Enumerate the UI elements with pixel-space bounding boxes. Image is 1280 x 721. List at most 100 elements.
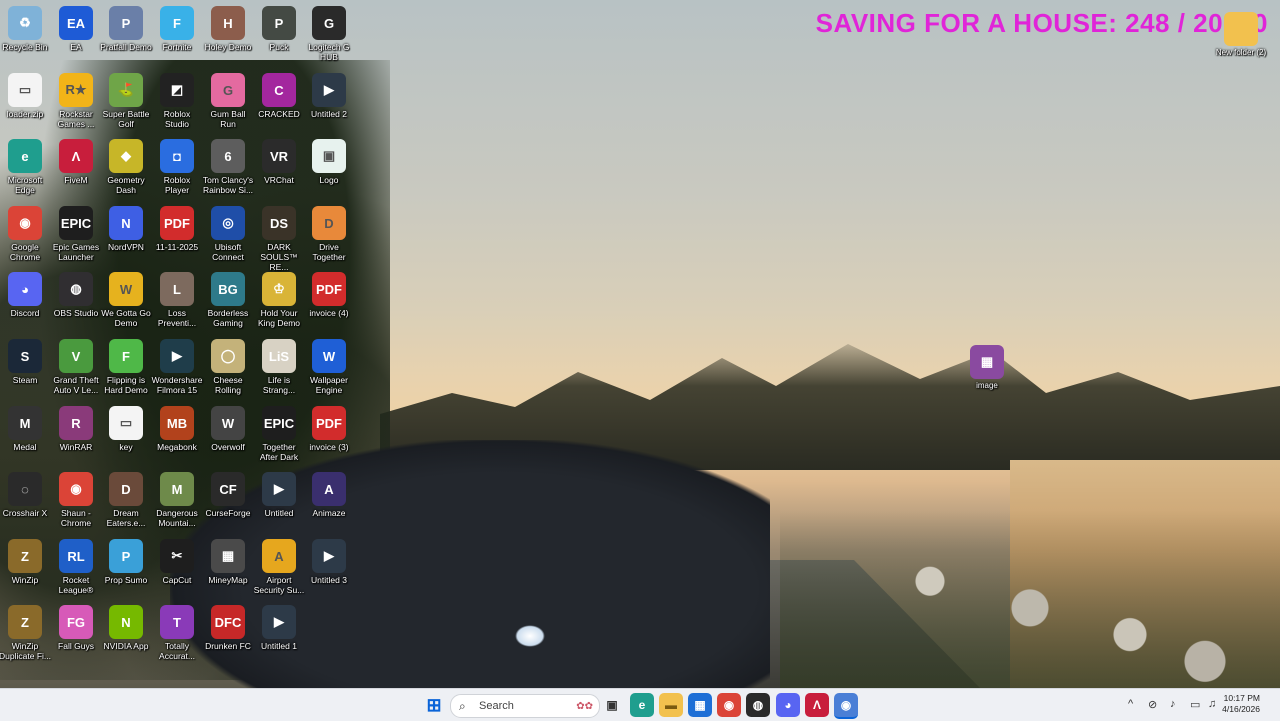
desktop-icon-roblox-player[interactable]: ◘ Roblox Player: [151, 139, 203, 195]
desktop-icon-drunken-fc[interactable]: DFC Drunken FC: [202, 605, 254, 651]
desktop-icon-grand-theft-auto-v-le[interactable]: V Grand Theft Auto V Le...: [50, 339, 102, 395]
desktop-icon-super-battle-golf[interactable]: ⛳ Super Battle Golf: [100, 73, 152, 129]
desktop-icon-wallpaper-engine[interactable]: W Wallpaper Engine: [303, 339, 355, 395]
desktop-icon-label: Prop Sumo: [104, 575, 148, 585]
desktop-icon-cracked[interactable]: C CRACKED: [253, 73, 305, 119]
volume-icon[interactable]: ♫: [1208, 698, 1216, 710]
system-clock[interactable]: 10:17 PM 4/16/2026: [1222, 693, 1260, 715]
desktop-icon-winrar[interactable]: R WinRAR: [50, 406, 102, 452]
obs-taskbar-icon[interactable]: ◍: [746, 693, 770, 717]
microphone-icon[interactable]: ♪: [1170, 698, 1176, 710]
desktop-icon-fortnite[interactable]: F Fortnite: [151, 6, 203, 52]
desktop-icon-label: NordVPN: [108, 242, 144, 252]
desktop-icon-animaze[interactable]: A Animaze: [303, 472, 355, 518]
desktop-icon-life-is-strang[interactable]: LiS Life is Strang...: [253, 339, 305, 395]
desktop-icon-fivem[interactable]: Λ FiveM: [50, 139, 102, 185]
desktop-icon-cheese-rolling[interactable]: ◯ Cheese Rolling: [202, 339, 254, 395]
desktop-icon-curseforge[interactable]: CF CurseForge: [202, 472, 254, 518]
desktop-icon-fall-guys[interactable]: FG Fall Guys: [50, 605, 102, 651]
active-app-taskbar-icon[interactable]: ◉: [834, 693, 858, 719]
desktop-icon-untitled-3[interactable]: ▶ Untitled 3: [303, 539, 355, 585]
desktop-icon-untitled[interactable]: ▶ Untitled: [253, 472, 305, 518]
desktop-icon-label: Logo: [319, 175, 339, 185]
desktop-icon-crosshair-x[interactable]: ◌ Crosshair X: [0, 472, 51, 518]
desktop-icon-megabonk[interactable]: MB Megabonk: [151, 406, 203, 452]
desktop-icon-shaun-chrome[interactable]: ◉ Shaun - Chrome: [50, 472, 102, 528]
desktop-icon-wondershare-filmora-15[interactable]: ▶ Wondershare Filmora 15: [151, 339, 203, 395]
desktop-icon-geometry-dash[interactable]: ◆ Geometry Dash: [100, 139, 152, 195]
desktop-icon-vrchat[interactable]: VR VRChat: [253, 139, 305, 185]
desktop-icon-nvidia-app[interactable]: N NVIDIA App: [100, 605, 152, 651]
desktop-icon-winzip-duplicate-fi[interactable]: Z WinZip Duplicate Fi...: [0, 605, 51, 661]
desktop-icon-dangerous-mountai[interactable]: M Dangerous Mountai...: [151, 472, 203, 528]
app-icon: ▶: [312, 73, 346, 107]
desktop-icon-ubisoft-connect[interactable]: ◎ Ubisoft Connect: [202, 206, 254, 262]
store-icon[interactable]: ▦: [688, 693, 712, 717]
file-explorer-icon[interactable]: ▬: [659, 693, 683, 717]
desktop-icon-logitech-g-hub[interactable]: G Logitech G HUB: [303, 6, 355, 62]
desktop-icon-label: Fall Guys: [58, 641, 94, 651]
desktop-icon-key[interactable]: ▭ key: [100, 406, 152, 452]
desktop-icon-label: Gum Ball Run: [210, 109, 246, 129]
desktop-icon-obs-studio[interactable]: ◍ OBS Studio: [50, 272, 102, 318]
desktop-icon-loss-preventi[interactable]: L Loss Preventi...: [151, 272, 203, 328]
desktop-icon-holey-demo[interactable]: H Holey Demo: [202, 6, 254, 52]
app-icon: D: [312, 206, 346, 240]
desktop-icon-flipping-is-hard-demo[interactable]: F Flipping is Hard Demo: [100, 339, 152, 395]
desktop-icon-11-11-2025[interactable]: PDF 11-11-2025: [151, 206, 203, 252]
desktop-icon-steam[interactable]: S Steam: [0, 339, 51, 385]
desktop-icon-dream-eaters-e[interactable]: D Dream Eaters.e...: [100, 472, 152, 528]
desktop-icon-totally-accurat[interactable]: T Totally Accurat...: [151, 605, 203, 661]
app-icon: BG: [211, 272, 245, 306]
desktop-icon-microsoft-edge[interactable]: e Microsoft Edge: [0, 139, 51, 195]
task-view-icon[interactable]: ▣: [600, 693, 624, 717]
app-icon: ◩: [160, 73, 194, 107]
desktop-icon-tom-clancy-s-rainbow-si[interactable]: 6 Tom Clancy's Rainbow Si...: [202, 139, 254, 195]
desktop-icon-drive-together[interactable]: D Drive Together: [303, 206, 355, 262]
desktop-icon-discord[interactable]: ◕ Discord: [0, 272, 51, 318]
desktop-icon-winzip[interactable]: Z WinZip: [0, 539, 51, 585]
desktop-icon-overwolf[interactable]: W Overwolf: [202, 406, 254, 452]
chrome-taskbar-icon[interactable]: ◉: [717, 693, 741, 717]
taskbar-search-box[interactable]: ⌕ Search ✿✿: [450, 694, 600, 718]
desktop-icon-pratfall-demo[interactable]: P Pratfall Demo: [100, 6, 152, 52]
tray-overflow-icon[interactable]: ^: [1128, 698, 1133, 710]
desktop-icon-google-chrome[interactable]: ◉ Google Chrome: [0, 206, 51, 262]
desktop-icon-together-after-dark[interactable]: EPIC Together After Dark: [253, 406, 305, 462]
desktop-icon-borderless-gaming[interactable]: BG Borderless Gaming: [202, 272, 254, 328]
fivem-taskbar-icon[interactable]: Λ: [805, 693, 829, 717]
discord-taskbar-icon[interactable]: ◕: [776, 693, 800, 717]
start-button[interactable]: ⊞: [422, 693, 446, 717]
desktop-icon-new-folder-2[interactable]: New folder (2): [1215, 12, 1267, 58]
desktop-icon-epic-games-launcher[interactable]: EPIC Epic Games Launcher: [50, 206, 102, 262]
display-icon[interactable]: ▭: [1190, 698, 1200, 711]
desktop-icon-airport-security-su[interactable]: A Airport Security Su...: [253, 539, 305, 595]
desktop-icon-gum-ball-run[interactable]: G Gum Ball Run: [202, 73, 254, 129]
desktop-icon-capcut[interactable]: ✂ CapCut: [151, 539, 203, 585]
desktop-icon-loader-zip[interactable]: ▭ loader.zip: [0, 73, 51, 119]
desktop-icon-logo[interactable]: ▣ Logo: [303, 139, 355, 185]
app-icon: PDF: [160, 206, 194, 240]
desktop-icon-invoice-4[interactable]: PDF invoice (4): [303, 272, 355, 318]
desktop-icon-untitled-1[interactable]: ▶ Untitled 1: [253, 605, 305, 651]
desktop-icon-dark-souls-re[interactable]: DS DARK SOULS™ RE...: [253, 206, 305, 272]
search-placeholder: Search: [479, 700, 514, 712]
desktop-icon-puck[interactable]: P Puck: [253, 6, 305, 52]
desktop-icon-ea[interactable]: EA EA: [50, 6, 102, 52]
desktop-icon-invoice-3[interactable]: PDF invoice (3): [303, 406, 355, 452]
desktop-icon-nordvpn[interactable]: N NordVPN: [100, 206, 152, 252]
desktop-icon-medal[interactable]: M Medal: [0, 406, 51, 452]
app-icon: ✂: [160, 539, 194, 573]
desktop-icon-mineymap[interactable]: ▦ MineyMap: [202, 539, 254, 585]
desktop-icon-hold-your-king-demo[interactable]: ♔ Hold Your King Demo: [253, 272, 305, 328]
edge-taskbar-icon[interactable]: e: [630, 693, 654, 717]
desktop-icon-recycle-bin[interactable]: ♻ Recycle Bin: [0, 6, 51, 52]
desktop-icon-we-gotta-go-demo[interactable]: W We Gotta Go Demo: [100, 272, 152, 328]
desktop-icon-image[interactable]: ▦ image: [961, 345, 1013, 391]
desktop-icon-rocket-league[interactable]: RL Rocket League®: [50, 539, 102, 595]
desktop-icon-prop-sumo[interactable]: P Prop Sumo: [100, 539, 152, 585]
desktop-icon-rockstar-games[interactable]: R★ Rockstar Games ...: [50, 73, 102, 129]
network-icon[interactable]: ⊘: [1148, 698, 1157, 711]
desktop-icon-roblox-studio[interactable]: ◩ Roblox Studio: [151, 73, 203, 129]
desktop-icon-untitled-2[interactable]: ▶ Untitled 2: [303, 73, 355, 119]
